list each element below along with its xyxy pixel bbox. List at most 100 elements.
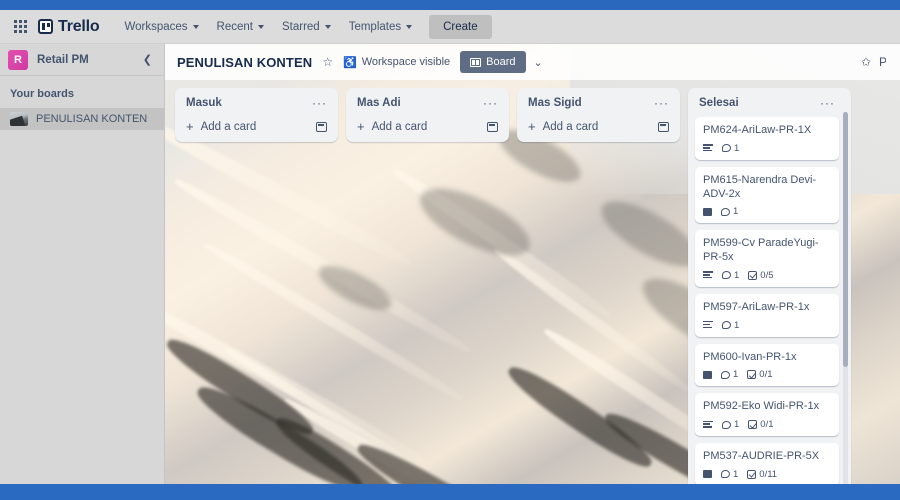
- list-selesai: Selesai ··· PM624-AriLaw-PR-1X 1 PM615-N…: [688, 88, 851, 484]
- chevron-down-icon: [406, 25, 413, 29]
- list-header: Mas Sigid ···: [524, 95, 673, 117]
- card-title: PM600-Ivan-PR-1x: [703, 350, 797, 363]
- card-template-icon[interactable]: [658, 121, 669, 132]
- add-card-button[interactable]: + Add a card: [182, 117, 331, 137]
- nav-item-workspaces[interactable]: Workspaces: [115, 16, 207, 38]
- checklist-count: 0/5: [760, 269, 774, 281]
- comment-count: 1: [733, 206, 739, 218]
- add-card-button[interactable]: + Add a card: [524, 117, 673, 137]
- list-header: Selesai ···: [695, 95, 839, 117]
- plus-icon: +: [357, 119, 365, 134]
- workspace-visibility-button[interactable]: ♿ Workspace visible: [343, 56, 450, 69]
- comment-badge: 1: [721, 369, 738, 380]
- add-card-label: Add a card: [542, 120, 599, 133]
- board-lists: Masuk ··· + Add a card Mas Adi ··· + Add…: [165, 88, 851, 484]
- scrollbar-thumb[interactable]: [843, 112, 848, 367]
- chevron-down-icon: [324, 25, 331, 29]
- comment-icon: [722, 271, 731, 280]
- description-badge: [703, 321, 713, 329]
- comment-icon: [721, 370, 730, 379]
- description-badge: [703, 207, 712, 216]
- nav-workspaces-label: Workspaces: [124, 20, 188, 33]
- star-icon[interactable]: ☆: [322, 55, 333, 69]
- card-title: PM615-Narendra Devi-ADV-2x: [703, 173, 817, 200]
- card-title: PM624-AriLaw-PR-1X: [703, 124, 812, 136]
- description-badge: [703, 420, 713, 429]
- comment-badge: 1: [721, 469, 738, 480]
- apps-grid-icon[interactable]: [12, 19, 28, 35]
- sidebar-board-label: PENULISAN KONTEN: [36, 113, 148, 125]
- comment-badge: 1: [722, 143, 739, 154]
- table-row[interactable]: PM537-AUDRIE-PR-5X 1 0/11: [695, 443, 839, 484]
- workspace-visible-label: Workspace visible: [361, 56, 451, 68]
- browser-chrome-bottom: [0, 484, 900, 500]
- create-button[interactable]: Create: [429, 14, 492, 39]
- list-mas-sigid: Mas Sigid ··· + Add a card: [517, 88, 680, 142]
- list-mas-adi: Mas Adi ··· + Add a card: [346, 88, 509, 142]
- table-row[interactable]: PM624-AriLaw-PR-1X 1: [695, 117, 839, 160]
- table-row[interactable]: PM615-Narendra Devi-ADV-2x 1: [695, 166, 839, 224]
- table-row[interactable]: PM600-Ivan-PR-1x 1 0/1: [695, 343, 839, 387]
- sidebar-collapse-icon[interactable]: ❮: [143, 53, 156, 66]
- list-header: Mas Adi ···: [353, 95, 502, 117]
- card-badges: 1 0/1: [703, 419, 831, 430]
- nav-item-recent[interactable]: Recent: [208, 16, 273, 38]
- ellipsis-icon[interactable]: ···: [483, 97, 498, 109]
- checklist-badge: 0/1: [747, 369, 773, 381]
- checklist-count: 0/11: [759, 468, 778, 480]
- workspace-name: Retail PM: [37, 53, 89, 66]
- description-badge: [703, 470, 712, 479]
- board-view-label: Board: [486, 56, 516, 68]
- nav-item-templates[interactable]: Templates: [340, 16, 421, 38]
- view-switcher-chevron-down-icon[interactable]: ⌄: [534, 56, 543, 69]
- nav-item-starred[interactable]: Starred: [273, 16, 340, 38]
- browser-chrome-top: [0, 0, 900, 10]
- comment-icon: [721, 207, 730, 216]
- ellipsis-icon[interactable]: ···: [654, 97, 669, 109]
- trello-wordmark: Trello: [58, 17, 100, 35]
- sidebar-item-penulisan-konten[interactable]: PENULISAN KONTEN: [0, 108, 164, 130]
- comment-count: 1: [734, 269, 740, 281]
- description-icon: [703, 370, 712, 379]
- checklist-count: 0/1: [760, 419, 774, 430]
- table-row[interactable]: PM599-Cv ParadeYugi-PR-5x 1 0/5: [695, 230, 839, 287]
- checklist-icon: [748, 270, 758, 280]
- add-card-button[interactable]: + Add a card: [353, 117, 502, 137]
- trello-app-window: Trello Workspaces Recent Starred Templat…: [0, 0, 900, 500]
- workspace-header[interactable]: R Retail PM ❮: [0, 44, 164, 76]
- ellipsis-icon[interactable]: ···: [312, 97, 327, 109]
- comment-badge: 1: [721, 206, 738, 217]
- add-card-label: Add a card: [200, 120, 257, 133]
- clipped-power-ups-label[interactable]: P: [879, 55, 886, 69]
- card-template-icon[interactable]: [487, 121, 498, 132]
- board-view-button[interactable]: Board: [460, 51, 526, 73]
- checklist-count: 0/1: [759, 369, 773, 381]
- card-title: PM599-Cv ParadeYugi-PR-5x: [703, 237, 819, 263]
- nav-templates-label: Templates: [348, 20, 402, 33]
- board-view-icon: [470, 57, 482, 67]
- list-header: Masuk ···: [182, 95, 331, 117]
- comment-badge: 1: [722, 320, 739, 331]
- card-title: PM592-Eko Widi-PR-1x: [703, 400, 820, 413]
- comment-count: 1: [734, 419, 740, 430]
- trello-mark-icon: [38, 19, 53, 34]
- table-row[interactable]: PM597-AriLaw-PR-1x 1: [695, 293, 839, 337]
- list-scrollbar[interactable]: [843, 112, 848, 484]
- checklist-badge: 0/1: [748, 419, 774, 430]
- card-badges: 1 0/5: [703, 270, 831, 281]
- ellipsis-icon[interactable]: ···: [820, 97, 835, 109]
- description-badge: [703, 144, 713, 152]
- checklist-icon: [748, 420, 758, 429]
- description-badge: [703, 370, 712, 379]
- card-template-icon[interactable]: [316, 121, 327, 132]
- list-title: Mas Adi: [357, 97, 401, 109]
- trello-logo[interactable]: Trello: [38, 17, 100, 36]
- sidebar: R Retail PM ❮ Your boards PENULISAN KONT…: [0, 44, 165, 484]
- comment-icon: [722, 144, 731, 153]
- comment-icon: [722, 420, 731, 429]
- table-row[interactable]: PM592-Eko Widi-PR-1x 1 0/1: [695, 393, 839, 436]
- chevron-down-icon: [257, 25, 264, 29]
- card-title: PM537-AUDRIE-PR-5X: [703, 450, 820, 462]
- board-canvas: PENULISAN KONTEN ☆ ♿ Workspace visible B…: [165, 44, 900, 484]
- rocket-icon[interactable]: ✩: [861, 55, 871, 69]
